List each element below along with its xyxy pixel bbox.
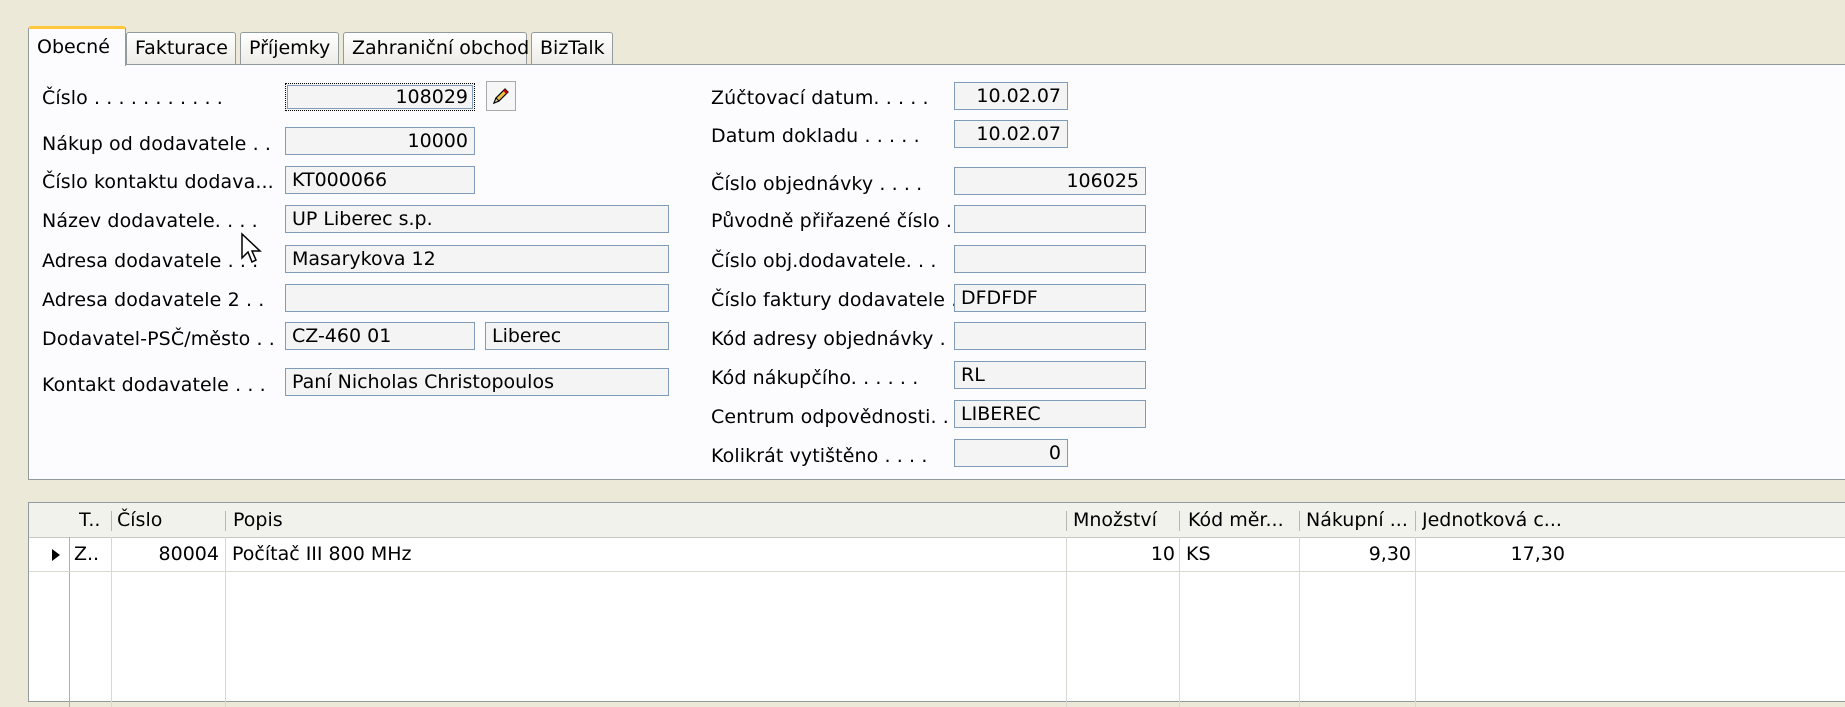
kontakt-cislo-label: Číslo kontaktu dodava... xyxy=(42,171,274,193)
kod-adresy-label: Kód adresy objednávky . xyxy=(711,328,946,350)
kontakt-field[interactable]: Paní Nicholas Christopoulos xyxy=(285,368,669,396)
cell-nakupni[interactable]: 9,30 xyxy=(1305,537,1411,571)
col-divider xyxy=(111,511,112,531)
kontakt-label: Kontakt dodavatele . . . xyxy=(42,374,266,396)
puvodne-label: Původně přiřazené číslo . xyxy=(711,210,953,232)
puvodne-field[interactable] xyxy=(954,205,1146,233)
faktura-dodavatele-label: Číslo faktury dodavatele . xyxy=(711,289,958,311)
tab-obecne[interactable]: Obecné xyxy=(28,26,126,66)
col-header-mnozstvi[interactable]: Množství xyxy=(1073,503,1173,537)
col-header-nakupni[interactable]: Nákupní ... xyxy=(1306,503,1418,537)
centrum-label: Centrum odpovědnosti. . xyxy=(711,406,949,428)
cell-popis[interactable]: Počítač III 800 MHz xyxy=(232,537,1052,571)
pencil-icon xyxy=(492,88,509,105)
adresa-field[interactable]: Masarykova 12 xyxy=(285,245,669,273)
vytisteno-label: Kolikrát vytištěno . . . . xyxy=(711,445,928,467)
cislo-field[interactable]: 108029 xyxy=(285,83,475,111)
col-header-popis[interactable]: Popis xyxy=(233,503,533,537)
grid-header: T.. Číslo Popis Množství Kód měr... Náku… xyxy=(29,503,1845,538)
centrum-field[interactable]: LIBEREC xyxy=(954,400,1146,428)
faktura-dodavatele-field[interactable]: DFDFDF xyxy=(954,284,1146,312)
adresa-label: Adresa dodavatele . . . xyxy=(42,250,259,272)
row-divider xyxy=(29,571,1845,572)
obj-dodavatele-field[interactable] xyxy=(954,245,1146,273)
cislo-obj-field[interactable]: 106025 xyxy=(954,167,1146,195)
col-divider xyxy=(1179,511,1180,531)
psc-field[interactable]: CZ-460 01 xyxy=(285,322,475,350)
nakup-od-field[interactable]: 10000 xyxy=(285,127,475,155)
zuctovaci-label: Zúčtovací datum. . . . . xyxy=(711,87,929,109)
col-header-kod-mer[interactable]: Kód měr... xyxy=(1188,503,1303,537)
cell-jednotkova[interactable]: 17,30 xyxy=(1421,537,1565,571)
col-header-cislo[interactable]: Číslo xyxy=(117,503,217,537)
tab-prijemky[interactable]: Příjemky xyxy=(240,32,339,65)
col-header-jednotkova[interactable]: Jednotková c... xyxy=(1422,503,1572,537)
mouse-pointer-icon xyxy=(241,232,262,264)
cislo-label: Číslo . . . . . . . . . . . xyxy=(42,87,223,109)
datum-dokladu-label: Datum dokladu . . . . . xyxy=(711,125,920,147)
cell-cislo[interactable]: 80004 xyxy=(117,537,219,571)
table-row[interactable]: Z.. 80004 Počítač III 800 MHz 10 KS 9,30… xyxy=(29,537,1845,571)
nazev-label: Název dodavatele. . . . xyxy=(42,210,258,232)
general-panel: Číslo . . . . . . . . . . . 108029 Nákup… xyxy=(28,64,1845,480)
cell-typ[interactable]: Z.. xyxy=(74,537,109,571)
nazev-field[interactable]: UP Liberec s.p. xyxy=(285,205,669,233)
nakup-od-label: Nákup od dodavatele . . xyxy=(42,133,271,155)
col-divider xyxy=(225,511,226,531)
tab-zahranicni-obchod[interactable]: Zahraniční obchod xyxy=(343,32,529,65)
cell-mnozstvi[interactable]: 10 xyxy=(1073,537,1175,571)
current-row-arrow-icon xyxy=(52,549,60,561)
kod-nakupciho-field[interactable]: RL xyxy=(954,361,1146,389)
adresa2-field[interactable] xyxy=(285,284,669,312)
datum-dokladu-field[interactable]: 10.02.07 xyxy=(954,120,1068,148)
kod-adresy-field[interactable] xyxy=(954,322,1146,350)
col-divider xyxy=(1299,511,1300,531)
kontakt-cislo-field[interactable]: KT000066 xyxy=(285,166,475,194)
col-divider xyxy=(1066,511,1067,531)
tab-biztalk[interactable]: BizTalk xyxy=(531,32,613,65)
psc-mesto-label: Dodavatel-PSČ/město . . xyxy=(42,328,275,350)
purchase-lines-grid: T.. Číslo Popis Množství Kód měr... Náku… xyxy=(28,502,1845,707)
adresa2-label: Adresa dodavatele 2 . . xyxy=(42,289,265,311)
mesto-field[interactable]: Liberec xyxy=(485,322,669,350)
cell-kod-mer[interactable]: KS xyxy=(1186,537,1296,571)
edit-assist-button[interactable] xyxy=(486,81,516,111)
vytisteno-field[interactable]: 0 xyxy=(954,439,1068,467)
kod-nakupciho-label: Kód nákupčího. . . . . . xyxy=(711,367,919,389)
zuctovaci-field[interactable]: 10.02.07 xyxy=(954,82,1068,110)
cislo-obj-label: Číslo objednávky . . . . xyxy=(711,173,923,195)
col-divider xyxy=(1415,511,1416,531)
obj-dodavatele-label: Číslo obj.dodavatele. . . xyxy=(711,250,937,272)
col-header-typ[interactable]: T.. xyxy=(79,503,109,537)
tab-fakturace[interactable]: Fakturace xyxy=(126,32,236,65)
